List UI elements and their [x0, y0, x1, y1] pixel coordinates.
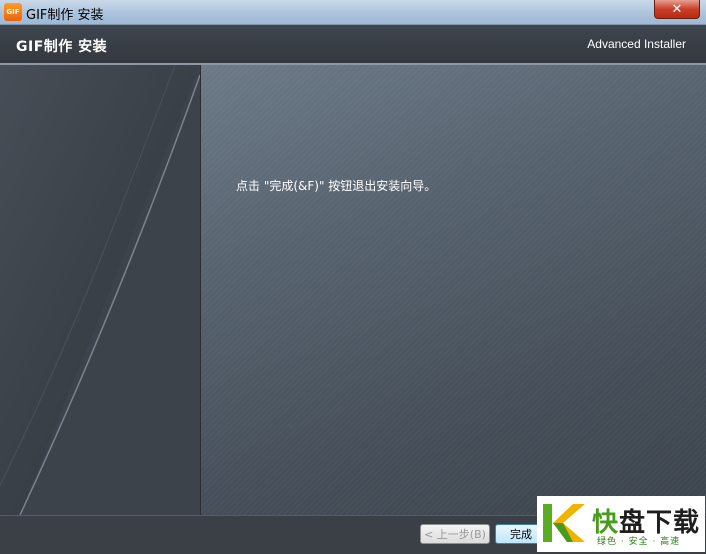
title-bar[interactable]: GIF GIF制作 安装 ✕: [0, 0, 706, 25]
window-title: GIF制作 安装: [26, 8, 104, 23]
close-button[interactable]: ✕: [654, 0, 700, 19]
app-icon: GIF: [4, 3, 22, 21]
back-button[interactable]: < 上一步(B): [420, 524, 490, 544]
watermark-slogan: 绿色 · 安全 · 高速: [597, 537, 681, 547]
installer-window: GIF GIF制作 安装 ✕ GIF制作 安装 Advanced Install…: [0, 0, 706, 554]
header-brand: Advanced Installer: [587, 37, 686, 51]
curve-decoration: [0, 65, 200, 515]
wizard-header: GIF制作 安装 Advanced Installer: [0, 25, 706, 65]
left-decor-panel: [0, 65, 200, 515]
watermark-logo: 快盘下载 绿色 · 安全 · 高速: [537, 496, 705, 552]
header-title: GIF制作 安装: [16, 39, 108, 55]
main-content-panel: 点击 "完成(&F)" 按钮退出安装向导。: [200, 65, 706, 515]
watermark-k-icon: [543, 504, 585, 542]
completion-message: 点击 "完成(&F)" 按钮退出安装向导。: [236, 179, 437, 193]
